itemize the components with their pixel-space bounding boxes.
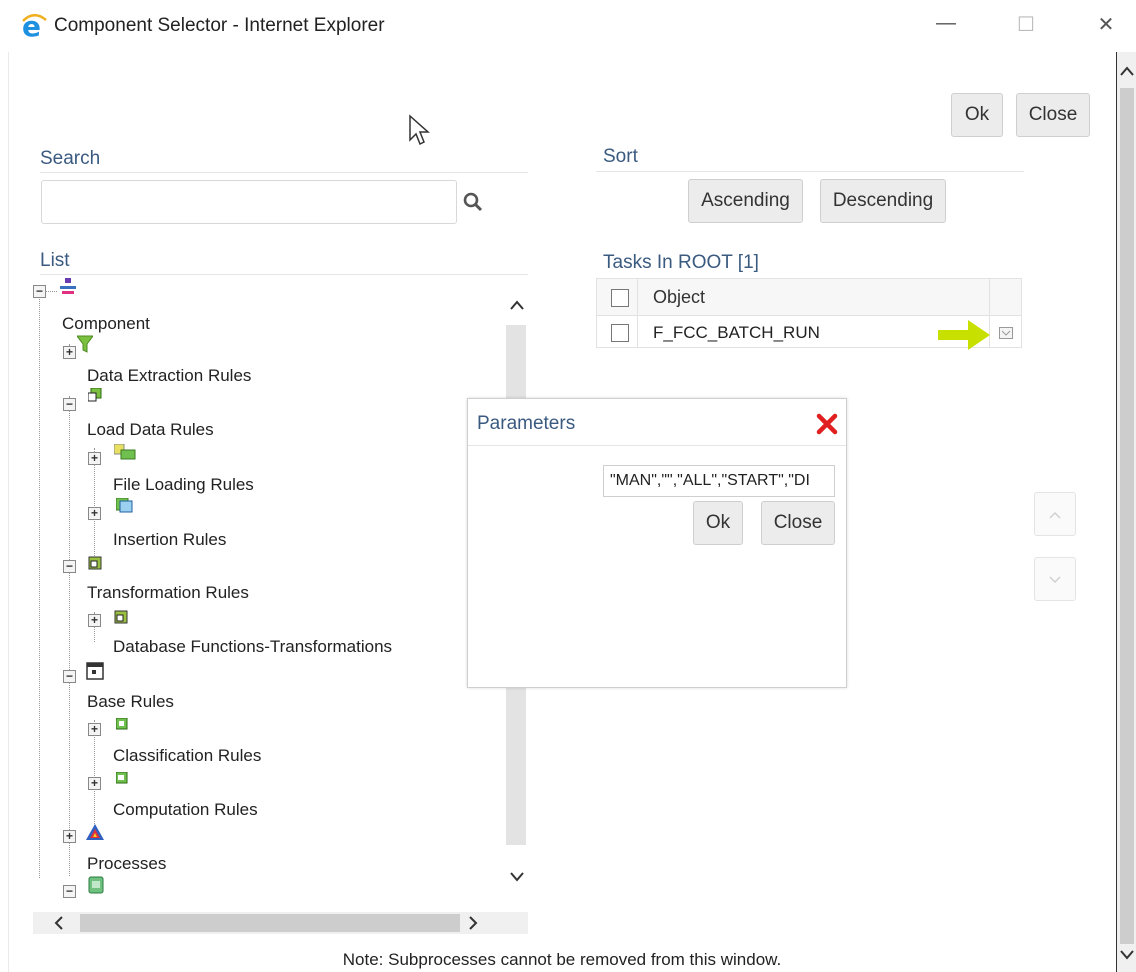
base-rules-icon[interactable] [86,662,104,680]
database-icon[interactable] [88,388,102,402]
search-icon[interactable] [462,191,484,213]
tree-connector [94,720,95,830]
filter-icon[interactable] [77,334,93,354]
task-object-name[interactable]: F_FCC_BATCH_RUN [653,323,820,343]
pointer-arrow-icon [938,320,990,350]
tree-item-computation-rules[interactable]: Computation Rules [113,800,258,820]
expand-toggle[interactable]: + [88,723,101,736]
scroll-right-icon[interactable] [466,915,480,931]
tree-connector [39,292,40,878]
expand-toggle[interactable]: + [88,614,101,627]
dialog-divider [468,445,846,446]
parameters-close-button[interactable]: Close [761,501,835,545]
tree-item-insertion-rules[interactable]: Insertion Rules [113,530,226,550]
sort-divider [596,171,1024,172]
collapse-toggle[interactable]: − [63,670,76,683]
chevron-down-icon [1049,576,1061,584]
expand-toggle[interactable]: + [88,507,101,520]
parameters-dialog: Parameters "MAN","","ALL","START","DI Ok… [467,398,847,688]
sort-label: Sort [603,146,638,167]
expand-toggle[interactable]: + [88,452,101,465]
search-label: Search [40,148,101,169]
process-icon[interactable] [88,876,104,894]
classification-icon[interactable] [116,718,128,730]
window-title: Component Selector - Internet Explorer [54,15,385,36]
scroll-left-icon[interactable] [52,915,66,931]
collapse-toggle[interactable]: − [63,398,76,411]
window-vertical-scrollbar[interactable] [1116,52,1136,972]
internet-explorer-icon: e [22,12,47,40]
minimize-button[interactable]: — [926,12,966,35]
row-checkbox[interactable] [611,324,629,342]
window-scroll-up-icon[interactable] [1117,64,1136,78]
footer-note: Note: Subprocesses cannot be removed fro… [342,950,782,969]
search-divider [40,172,528,173]
close-x-icon[interactable] [816,413,838,435]
move-up-button[interactable] [1034,492,1076,536]
descending-button[interactable]: Descending [820,179,946,223]
list-label: List [40,250,70,271]
tree-horizontal-scroll-thumb[interactable] [80,914,460,932]
ok-button[interactable]: Ok [951,93,1003,137]
tasks-label: Tasks In ROOT [1] [603,252,759,273]
tree-item-data-extraction-rules[interactable]: Data Extraction Rules [87,366,251,386]
parameters-title: Parameters [477,413,576,434]
tree-connector [69,396,70,876]
scroll-up-icon[interactable] [509,298,525,312]
component-tree: − Component + Data Extraction Rules − Lo… [30,276,528,910]
select-all-checkbox[interactable] [611,289,629,307]
chevron-up-icon [1049,511,1061,519]
tree-item-classification-rules[interactable]: Classification Rules [113,746,261,766]
maximize-button[interactable]: ☐ [1006,12,1046,37]
hierarchy-root-icon[interactable] [60,278,76,296]
expand-toggle[interactable]: + [63,346,76,359]
tree-item-component[interactable]: Component [62,314,150,334]
close-button[interactable]: Close [1016,93,1090,137]
pyramid-icon[interactable] [86,824,104,840]
list-divider [40,274,528,275]
tree-item-file-loading-rules[interactable]: File Loading Rules [113,475,254,495]
window-titlebar: e Component Selector - Internet Explorer… [0,0,1136,52]
function-icon[interactable] [114,610,128,624]
parameters-input[interactable]: "MAN","","ALL","START","DI [603,465,835,497]
tree-item-load-data-rules[interactable]: Load Data Rules [87,420,214,440]
window-scroll-thumb[interactable] [1120,88,1134,944]
mouse-cursor-icon [409,114,430,146]
parameters-icon[interactable] [999,327,1013,339]
tree-item-base-rules[interactable]: Base Rules [87,692,174,712]
computation-icon[interactable] [116,772,128,784]
column-header-object: Object [653,287,706,307]
column-divider [637,279,638,347]
tree-item-database-functions-transformations[interactable]: Database Functions-Transformations [113,637,392,657]
expand-toggle[interactable]: + [88,777,101,790]
file-load-icon[interactable] [114,444,136,460]
tree-item-processes[interactable]: Processes [87,854,166,874]
collapse-toggle[interactable]: − [63,560,76,573]
window-close-button[interactable]: ✕ [1086,12,1126,37]
search-input[interactable] [41,180,457,224]
move-down-button[interactable] [1034,557,1076,601]
insertion-icon[interactable] [116,498,134,514]
ascending-button[interactable]: Ascending [688,179,803,223]
scroll-down-icon[interactable] [509,870,525,884]
parameters-ok-button[interactable]: Ok [693,501,743,545]
collapse-toggle[interactable]: − [63,885,76,898]
expand-toggle[interactable]: + [63,830,76,843]
tree-connector [45,291,57,292]
tree-item-transformation-rules[interactable]: Transformation Rules [87,583,249,603]
transform-icon[interactable] [88,556,102,570]
